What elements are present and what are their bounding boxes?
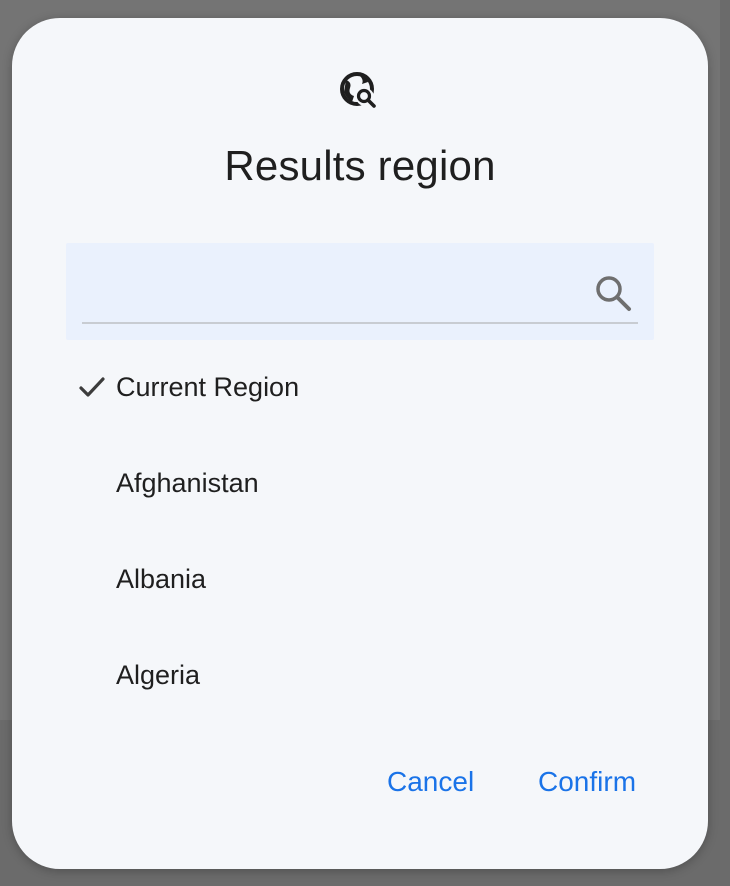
region-search-box — [66, 243, 654, 340]
checkmark-icon — [79, 377, 105, 397]
results-region-dialog: Results region Current Region Afghanista… — [12, 18, 708, 869]
region-label: Albania — [116, 564, 207, 594]
confirm-button[interactable]: Confirm — [538, 766, 636, 798]
region-search-input[interactable] — [82, 267, 586, 313]
region-list: Current Region Afghanistan Albania Alger… — [12, 340, 708, 724]
region-item-albania[interactable]: Albania — [12, 532, 708, 628]
region-item-afghanistan[interactable]: Afghanistan — [12, 436, 708, 532]
search-icon[interactable] — [593, 273, 633, 313]
region-label: Current Region — [116, 372, 300, 402]
cancel-button[interactable]: Cancel — [387, 766, 474, 798]
region-item-algeria[interactable]: Algeria — [12, 628, 708, 724]
globe-search-icon — [340, 72, 376, 108]
dialog-title: Results region — [224, 142, 496, 189]
region-item-current-region[interactable]: Current Region — [12, 340, 708, 436]
search-underline — [82, 322, 638, 324]
region-label: Afghanistan — [116, 468, 259, 498]
region-label: Algeria — [116, 660, 201, 690]
